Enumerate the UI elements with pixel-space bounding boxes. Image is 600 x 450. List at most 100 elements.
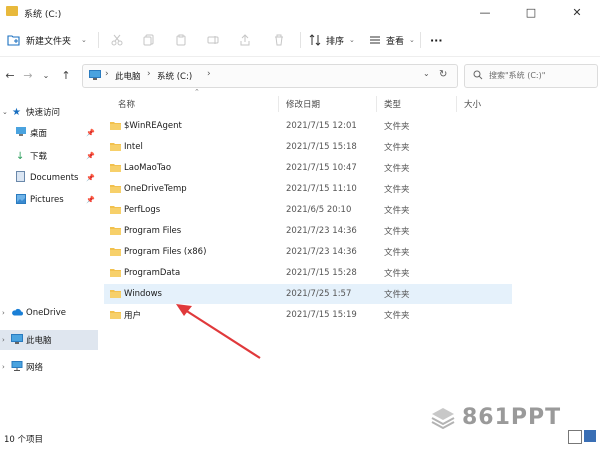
expand-chevron-icon[interactable]: › (2, 336, 5, 344)
column-header-name[interactable]: 名称 (118, 94, 135, 114)
tiles-view-icon[interactable] (584, 430, 596, 442)
table-row[interactable]: ProgramData 2021/7/15 15:28 文件夹 (104, 263, 512, 283)
expand-chevron-icon[interactable]: › (2, 363, 5, 371)
layers-logo-icon (431, 407, 455, 429)
sidebar-item-label: 此电脑 (26, 336, 52, 346)
sidebar-item-network[interactable]: › 网络 (0, 357, 98, 377)
column-divider (376, 96, 377, 112)
more-options-button[interactable]: ··· (430, 24, 443, 56)
sidebar-item-label: 快速访问 (26, 108, 61, 118)
file-type: 文件夹 (384, 143, 410, 153)
sort-button[interactable]: 排序 ⌄ (308, 24, 355, 56)
close-button[interactable]: ✕ (554, 0, 600, 24)
watermark: 861PPT (430, 405, 561, 430)
folder-icon (110, 184, 121, 193)
table-row[interactable]: Program Files (x86) 2021/7/23 14:36 文件夹 (104, 242, 512, 262)
table-row[interactable]: $WinREAgent 2021/7/15 12:01 文件夹 (104, 116, 512, 136)
table-row[interactable]: Intel 2021/7/15 15:18 文件夹 (104, 137, 512, 157)
search-icon (473, 70, 483, 83)
toolbar-divider (420, 32, 421, 48)
search-input[interactable]: 搜索"系统 (C:)" (464, 64, 598, 88)
file-modified-date: 2021/7/15 15:19 (286, 310, 357, 320)
new-folder-button[interactable]: 新建文件夹 ⌄ (6, 24, 87, 56)
file-name: Program Files (x86) (124, 247, 207, 257)
sidebar-item-pictures[interactable]: Pictures 📌 (0, 190, 98, 210)
pin-icon: 📌 (86, 152, 95, 160)
watermark-text: 861PPT (462, 405, 562, 430)
computer-icon (11, 333, 23, 347)
column-header-size[interactable]: 大小 (464, 94, 481, 114)
table-row[interactable]: PerfLogs 2021/6/5 20:10 文件夹 (104, 200, 512, 220)
new-folder-label: 新建文件夹 (26, 36, 72, 47)
document-icon (16, 171, 25, 185)
file-modified-date: 2021/7/15 11:10 (286, 184, 357, 194)
expand-chevron-icon[interactable]: ⌄ (2, 108, 8, 116)
view-button[interactable]: 查看 ⌄ (368, 24, 415, 56)
file-type: 文件夹 (384, 206, 410, 216)
back-arrow-icon[interactable]: ← (0, 65, 20, 85)
view-icon (368, 33, 382, 47)
recent-chevron-icon[interactable]: ⌄ (36, 65, 56, 85)
minimize-button[interactable]: — (462, 0, 508, 24)
picture-icon (16, 193, 26, 207)
file-name: 用户 (124, 311, 142, 321)
file-name: ProgramData (124, 268, 181, 278)
up-arrow-icon[interactable]: ↑ (56, 65, 76, 85)
address-bar[interactable]: › 此电脑 › 系统 (C:) › ⌄ ↻ (82, 64, 458, 88)
breadcrumb-separator-icon: › (105, 69, 109, 79)
folder-icon (110, 121, 121, 130)
pin-icon: 📌 (86, 174, 95, 182)
item-count: 10 个项目 (4, 435, 44, 445)
status-bar: 10 个项目 (0, 430, 600, 450)
scissors-icon (110, 33, 124, 47)
sidebar-item-downloads[interactable]: ↓ 下载 📌 (0, 146, 98, 166)
folder-icon (110, 268, 121, 277)
file-name: Intel (124, 142, 143, 152)
sidebar-item-label: Pictures (30, 195, 64, 205)
sidebar-item-documents[interactable]: Documents 📌 (0, 168, 98, 188)
folder-icon (110, 205, 121, 214)
address-history-chevron-icon[interactable]: ⌄ (423, 69, 430, 78)
column-header-type[interactable]: 类型 (384, 94, 401, 114)
sidebar-item-this-pc[interactable]: › 此电脑 (0, 330, 98, 350)
breadcrumb-this-pc[interactable]: 此电脑 (115, 70, 141, 82)
file-name: $WinREAgent (124, 121, 182, 131)
sidebar-item-quick-access[interactable]: ⌄ ★ 快速访问 (0, 102, 98, 122)
rename-button[interactable] (206, 24, 220, 56)
forward-arrow-icon[interactable]: → (18, 65, 38, 85)
column-header-date[interactable]: 修改日期 (286, 94, 320, 114)
breadcrumb-drive[interactable]: 系统 (C:) (157, 70, 192, 82)
star-icon: ★ (12, 106, 21, 118)
table-row[interactable]: OneDriveTemp 2021/7/15 11:10 文件夹 (104, 179, 512, 199)
paste-button[interactable] (174, 24, 188, 56)
sidebar-item-desktop[interactable]: 桌面 📌 (0, 123, 98, 143)
folder-icon (110, 142, 121, 151)
sidebar-item-label: 下载 (30, 152, 48, 162)
red-arrow-annotation (176, 304, 261, 359)
expand-chevron-icon[interactable]: › (2, 309, 5, 317)
file-name: Program Files (124, 226, 182, 236)
cloud-icon (11, 308, 23, 319)
file-name: LaoMaoTao (124, 163, 172, 173)
view-label: 查看 (386, 36, 405, 47)
details-view-icon[interactable] (568, 430, 582, 444)
file-modified-date: 2021/6/5 20:10 (286, 205, 352, 215)
table-row[interactable]: LaoMaoTao 2021/7/15 10:47 文件夹 (104, 158, 512, 178)
file-modified-date: 2021/7/23 14:36 (286, 247, 357, 257)
delete-button[interactable] (272, 24, 286, 56)
refresh-icon[interactable]: ↻ (439, 69, 447, 80)
file-modified-date: 2021/7/15 15:18 (286, 142, 357, 152)
window-title: 系统 (C:) (24, 10, 62, 20)
file-name: PerfLogs (124, 205, 161, 215)
file-name: Windows (124, 289, 162, 299)
file-type: 文件夹 (384, 227, 410, 237)
maximize-button[interactable]: □ (508, 0, 554, 24)
sidebar-item-onedrive[interactable]: › OneDrive (0, 303, 98, 323)
toolbar-divider (98, 32, 99, 48)
paste-icon (174, 33, 188, 47)
file-modified-date: 2021/7/15 12:01 (286, 121, 357, 131)
table-row[interactable]: Program Files 2021/7/23 14:36 文件夹 (104, 221, 512, 241)
copy-button[interactable] (142, 24, 156, 56)
share-button[interactable] (238, 24, 252, 56)
cut-button[interactable] (110, 24, 124, 56)
